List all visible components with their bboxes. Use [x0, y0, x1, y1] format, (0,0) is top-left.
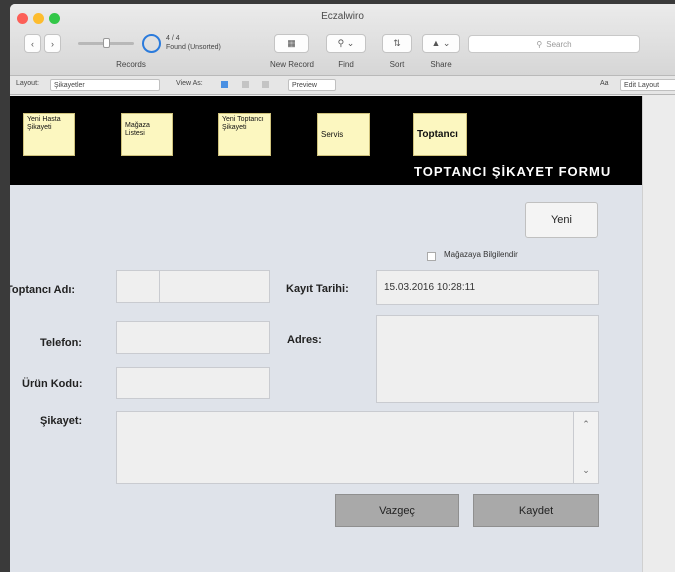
table-view-icon[interactable] — [262, 81, 269, 88]
share-label: Share — [430, 60, 452, 69]
nav-wholesaler-button[interactable]: Toptancı — [413, 113, 467, 156]
title-bar: Eczalwiro ‹ › Records 4 / 4 Found (Unsor… — [10, 4, 675, 76]
share-button[interactable]: ▲ ⌄ — [422, 34, 460, 53]
phone-label: Telefon: — [40, 337, 82, 349]
magnifier-icon: ⚲ ⌄ — [337, 38, 355, 48]
records-label: Records — [116, 60, 146, 69]
preview-button[interactable]: Preview — [288, 79, 336, 91]
view-as-label: View As: — [176, 80, 203, 87]
wholesaler-name-label: Toptancı Adı: — [10, 284, 76, 296]
product-code-label: Ürün Kodu: — [22, 378, 83, 390]
record-progress-ring-icon — [142, 34, 161, 53]
cancel-button[interactable]: Vazgeç — [335, 494, 459, 527]
scroll-up-icon[interactable]: ⌃ — [574, 414, 598, 434]
form-view-icon[interactable] — [221, 81, 228, 88]
search-icon: ⚲ — [536, 39, 543, 49]
layout-header: Yeni Hasta Şikayeti Mağaza Listesi Yeni … — [10, 96, 642, 185]
registration-date-label: Kayıt Tarihi: — [286, 283, 349, 295]
layout-label: Layout: — [16, 80, 39, 87]
new-record-label: New Record — [269, 60, 314, 69]
address-field[interactable] — [376, 315, 599, 403]
sort-button[interactable]: ⇅ — [382, 34, 412, 53]
search-placeholder: Search — [546, 39, 572, 49]
list-view-icon[interactable] — [242, 81, 249, 88]
record-status: 4 / 4 Found (Unsorted) — [166, 35, 221, 51]
window-title: Eczalwiro — [321, 11, 364, 22]
sort-label: Sort — [389, 60, 405, 69]
address-label: Adres: — [287, 334, 322, 346]
nav-service-button[interactable]: Servis — [317, 113, 370, 156]
find-label: Find — [338, 60, 354, 69]
edit-layout-button[interactable]: Edit Layout — [620, 79, 675, 91]
new-record-button[interactable]: ▦ — [274, 34, 309, 53]
sort-icon: ⇅ — [393, 38, 401, 48]
notify-store-checkbox[interactable] — [427, 252, 436, 261]
registration-date-field[interactable]: 15.03.2016 10:28:11 — [376, 270, 599, 305]
font-size-icon[interactable]: Aa — [600, 80, 609, 87]
complaint-field[interactable] — [116, 411, 574, 484]
field-divider — [159, 271, 160, 302]
product-code-field[interactable] — [116, 367, 270, 399]
chevron-right-icon: › — [51, 38, 54, 49]
wholesaler-name-field[interactable] — [116, 270, 270, 303]
complaint-label: Şikayet: — [40, 415, 83, 427]
app-window: Eczalwiro ‹ › Records 4 / 4 Found (Unsor… — [10, 4, 675, 572]
save-button[interactable]: Kaydet — [473, 494, 599, 527]
layout-select[interactable]: Şikayetler — [50, 79, 160, 91]
layout-gutter — [642, 96, 675, 572]
nav-store-list-button[interactable]: Mağaza Listesi — [121, 113, 173, 156]
complaint-scrollbar[interactable]: ⌃ ⌄ — [573, 411, 599, 484]
form-title: TOPTANCI ŞİKAYET FORMU — [414, 164, 612, 179]
nav-new-wholesaler-complaint-button[interactable]: Yeni Toptancı Şikayeti — [218, 113, 271, 156]
new-button[interactable]: Yeni — [525, 202, 598, 238]
notify-store-label: Mağazaya Bilgilendir — [444, 250, 518, 259]
scroll-down-icon[interactable]: ⌄ — [574, 460, 598, 480]
previous-record-button[interactable]: ‹ — [24, 34, 41, 53]
layout-bar: Layout: Şikayetler View As: Preview Aa E… — [10, 76, 675, 95]
record-slider-handle[interactable] — [103, 38, 110, 48]
find-button[interactable]: ⚲ ⌄ — [326, 34, 366, 53]
chevron-left-icon: ‹ — [31, 38, 34, 49]
share-icon: ▲ ⌄ — [431, 38, 451, 48]
nav-new-patient-complaint-button[interactable]: Yeni Hasta Şikayeti — [23, 113, 75, 156]
new-record-icon: ▦ — [287, 38, 296, 48]
quick-find-search[interactable]: ⚲ Search — [468, 35, 640, 53]
next-record-button[interactable]: › — [44, 34, 61, 53]
phone-field[interactable] — [116, 321, 270, 354]
